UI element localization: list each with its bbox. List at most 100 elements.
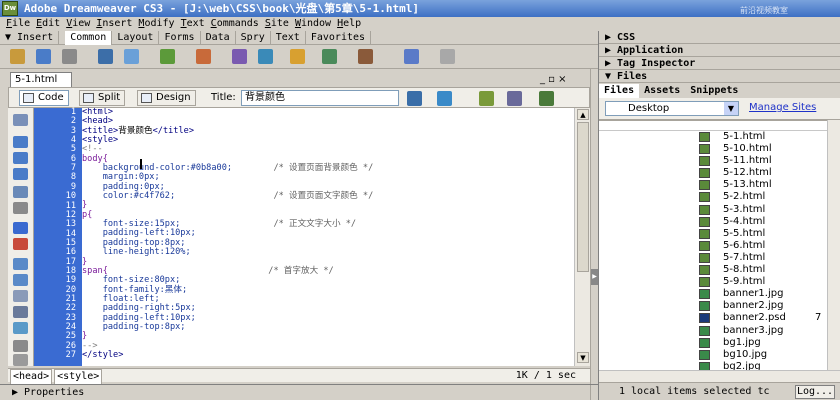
menu-file[interactable]: File: [6, 17, 30, 31]
insert-tab-data[interactable]: Data: [201, 31, 236, 45]
line-numbers-icon[interactable]: [13, 222, 28, 234]
head-icon[interactable]: [322, 49, 337, 64]
move-css-icon[interactable]: [13, 322, 28, 334]
code-line[interactable]: </style>: [82, 350, 574, 360]
application-panel-header[interactable]: ▶ Application: [599, 44, 840, 57]
document-window-controls[interactable]: _ ▫ ×: [540, 73, 590, 86]
collapse-tag-icon[interactable]: [13, 136, 28, 148]
insert-bar-toggle[interactable]: ▼ Insert: [0, 31, 60, 45]
split-view-button[interactable]: Split: [79, 90, 126, 106]
page-title-input[interactable]: 背景颜色: [241, 90, 399, 106]
insert-tab-forms[interactable]: Forms: [159, 31, 201, 45]
file-row[interactable]: bg1.jpg: [599, 337, 827, 349]
file-row[interactable]: banner1.jpg: [599, 288, 827, 300]
file-management-icon[interactable]: [407, 91, 422, 106]
email-link-icon[interactable]: [36, 49, 51, 64]
file-row[interactable]: 5-4.html: [599, 216, 827, 228]
named-anchor-icon[interactable]: [62, 49, 77, 64]
file-row[interactable]: 5-1.html: [599, 131, 827, 143]
menu-edit[interactable]: Edit: [36, 17, 60, 31]
design-view-button[interactable]: Design: [137, 90, 196, 106]
files-tab-snippets[interactable]: Snippets: [685, 84, 743, 98]
menu-modify[interactable]: Modify: [138, 17, 174, 31]
apply-comment-icon[interactable]: [13, 258, 28, 270]
file-row[interactable]: 5-9.html: [599, 276, 827, 288]
files-panel-header[interactable]: ▼ Files: [599, 70, 840, 83]
code-line[interactable]: padding-top:8px;: [82, 322, 574, 332]
scroll-thumb[interactable]: [577, 122, 589, 272]
document-tab[interactable]: 5-1.html: [10, 72, 72, 87]
expand-all-icon[interactable]: [13, 168, 28, 180]
tag-selector-crumb[interactable]: <style>: [54, 369, 103, 385]
code-line[interactable]: line-height:120%;: [82, 247, 574, 257]
wrap-tag-icon[interactable]: [13, 290, 28, 302]
code-view-button[interactable]: Code: [19, 90, 69, 106]
insert-tab-favorites[interactable]: Favorites: [306, 31, 372, 45]
templates-icon[interactable]: [404, 49, 419, 64]
code-line[interactable]: color:#c4f762; /* 设置页面文字颜色 */: [82, 191, 574, 201]
file-row[interactable]: 5-12.html: [599, 167, 827, 179]
files-vertical-scrollbar[interactable]: [827, 120, 840, 370]
tag-inspector-panel-header[interactable]: ▶ Tag Inspector: [599, 57, 840, 70]
code-line[interactable]: <style>: [82, 135, 574, 145]
scroll-up-icon[interactable]: ▲: [577, 109, 589, 120]
file-row[interactable]: 5-11.html: [599, 155, 827, 167]
file-row[interactable]: bg2.jpg: [599, 361, 827, 370]
properties-panel-header[interactable]: ▶ Properties: [0, 384, 598, 400]
files-tab-files[interactable]: Files: [599, 84, 640, 98]
refresh-icon[interactable]: [479, 91, 494, 106]
image-icon[interactable]: [160, 49, 175, 64]
menu-text[interactable]: Text: [181, 17, 205, 31]
log-button[interactable]: Log...: [795, 385, 835, 399]
collapse-panels-icon[interactable]: ▶: [591, 269, 598, 285]
insert-tab-spry[interactable]: Spry: [236, 31, 271, 45]
more-tools-icon[interactable]: [13, 354, 28, 366]
site-select[interactable]: Desktop ▼: [605, 101, 739, 116]
media-icon[interactable]: [196, 49, 211, 64]
file-row[interactable]: banner2.psd 7: [599, 312, 827, 324]
tag-chooser-icon[interactable]: [440, 49, 455, 64]
date-icon[interactable]: [232, 49, 247, 64]
file-row[interactable]: 5-7.html: [599, 252, 827, 264]
scroll-down-icon[interactable]: ▼: [577, 352, 589, 363]
menu-site[interactable]: Site: [265, 17, 289, 31]
code-line[interactable]: <html>: [82, 108, 574, 117]
code-line[interactable]: <!--: [82, 145, 574, 154]
file-row[interactable]: 5-5.html: [599, 228, 827, 240]
code-vertical-scrollbar[interactable]: ▲ ▼: [574, 108, 590, 366]
file-row[interactable]: bg10.jpg: [599, 349, 827, 361]
hyperlink-icon[interactable]: [10, 49, 25, 64]
file-row[interactable]: 5-6.html: [599, 240, 827, 252]
code-line[interactable]: -->: [82, 341, 574, 351]
files-horizontal-scrollbar[interactable]: [599, 370, 840, 382]
server-side-include-icon[interactable]: [258, 49, 273, 64]
menu-view[interactable]: View: [66, 17, 90, 31]
remove-comment-icon[interactable]: [13, 274, 28, 286]
table-icon[interactable]: [98, 49, 113, 64]
collapse-selection-icon[interactable]: [13, 152, 28, 164]
manage-sites-link[interactable]: Manage Sites: [749, 102, 816, 113]
comment-icon[interactable]: [290, 49, 305, 64]
code-line[interactable]: }: [82, 201, 574, 210]
files-tab-assets[interactable]: Assets: [639, 84, 685, 98]
insert-tab-text[interactable]: Text: [271, 31, 306, 45]
code-line[interactable]: }: [82, 332, 574, 341]
file-row[interactable]: 5-10.html: [599, 143, 827, 155]
file-row[interactable]: 5-8.html: [599, 264, 827, 276]
recent-snippets-icon[interactable]: [13, 306, 28, 318]
menu-window[interactable]: Window: [295, 17, 331, 31]
file-row[interactable]: banner3.jpg: [599, 325, 827, 337]
file-row[interactable]: 5-3.html: [599, 204, 827, 216]
view-options-icon[interactable]: [507, 91, 522, 106]
menu-insert[interactable]: Insert: [96, 17, 132, 31]
chevron-down-icon[interactable]: ▼: [724, 102, 738, 115]
balance-braces-icon[interactable]: [13, 202, 28, 214]
menu-help[interactable]: Help: [337, 17, 361, 31]
select-parent-tag-icon[interactable]: [13, 186, 28, 198]
insert-tab-common[interactable]: Common: [65, 31, 113, 45]
insert-tab-layout[interactable]: Layout: [112, 31, 160, 45]
file-row[interactable]: banner2.jpg: [599, 300, 827, 312]
code-line[interactable]: <title>背景颜色</title>: [82, 126, 574, 136]
preview-browser-icon[interactable]: [437, 91, 452, 106]
highlight-invalid-icon[interactable]: [13, 238, 28, 250]
